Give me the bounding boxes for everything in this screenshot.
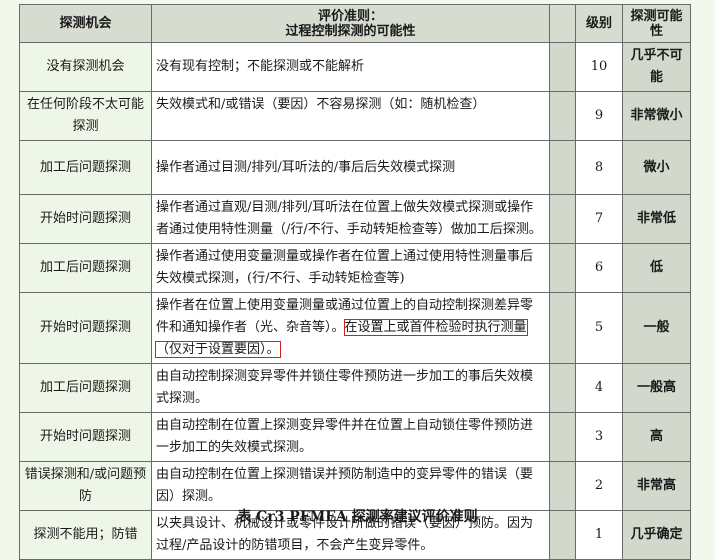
header-criteria-line2: 过程控制探测的可能性 xyxy=(285,23,416,39)
header-criteria-line1: 评价准则： xyxy=(317,8,383,24)
opportunity-cell: 开始时问题探测 xyxy=(19,292,152,364)
likelihood-cell: 低 xyxy=(622,243,691,293)
opportunity-cell: 错误探测和/或问题预防 xyxy=(19,461,152,511)
criteria-cell: 操作者在位置上使用变量测量或通过位置上的自动控制探测差异零件和通知操作者（光、杂… xyxy=(151,292,550,364)
likelihood-cell: 微小 xyxy=(622,140,691,195)
header-rank: 级别 xyxy=(575,4,623,43)
opportunity-cell: 开始时问题探测 xyxy=(19,194,152,244)
gap-cell xyxy=(549,42,576,92)
opportunity-cell: 在任何阶段不太可能探测 xyxy=(19,91,152,141)
rank-cell: 7 xyxy=(575,194,623,244)
opportunity-cell: 加工后问题探测 xyxy=(19,363,152,413)
rank-cell: 10 xyxy=(575,42,623,92)
opportunity-cell: 没有探测机会 xyxy=(19,42,152,92)
table-row: 错误探测和/或问题预防 由自动控制在位置上探测错误并预防制造中的变异零件的错误（… xyxy=(19,461,691,511)
criteria-cell: 由自动控制在位置上探测错误并预防制造中的变异零件的错误（要因）探测。 xyxy=(151,461,550,511)
likelihood-cell: 非常高 xyxy=(622,461,691,511)
rank-cell: 4 xyxy=(575,363,623,413)
table-row: 没有探测机会 没有现有控制；不能探测或不能解析 10 几乎不可能 xyxy=(19,42,691,92)
likelihood-cell: 非常低 xyxy=(622,194,691,244)
table-row: 开始时问题探测 操作者在位置上使用变量测量或通过位置上的自动控制探测差异零件和通… xyxy=(19,292,691,364)
rank-cell: 8 xyxy=(575,140,623,195)
header-opportunity: 探测机会 xyxy=(19,4,152,43)
likelihood-cell: 一般高 xyxy=(622,363,691,413)
gap-cell xyxy=(549,91,576,141)
table-row: 加工后问题探测 操作者通过使用变量测量或操作者在位置上通过使用特性测量事后失效模… xyxy=(19,243,691,293)
criteria-cell: 操作者通过使用变量测量或操作者在位置上通过使用特性测量事后失效模式探测，(行/不… xyxy=(151,243,550,293)
likelihood-cell: 高 xyxy=(622,412,691,462)
rank-cell: 2 xyxy=(575,461,623,511)
table-header-row: 探测机会 评价准则： 过程控制探测的可能性 级别 探测可能性 xyxy=(19,4,691,43)
likelihood-cell: 几乎不可能 xyxy=(622,42,691,92)
rank-cell: 5 xyxy=(575,292,623,364)
gap-cell xyxy=(549,412,576,462)
pfmea-detection-table: 探测机会 评价准则： 过程控制探测的可能性 级别 探测可能性 没有探测机会 没有… xyxy=(19,4,691,560)
likelihood-cell: 一般 xyxy=(622,292,691,364)
gap-cell xyxy=(549,363,576,413)
header-likelihood: 探测可能性 xyxy=(622,4,691,43)
table-row: 开始时问题探测 由自动控制在位置上探测变异零件并在位置上自动锁住零件预防进一步加… xyxy=(19,412,691,462)
criteria-cell: 由自动控制在位置上探测变异零件并在位置上自动锁住零件预防进一步加工的失效模式探测… xyxy=(151,412,550,462)
criteria-cell: 没有现有控制；不能探测或不能解析 xyxy=(151,42,550,92)
criteria-cell: 由自动控制探测变异零件并锁住零件预防进一步加工的事后失效模式探测。 xyxy=(151,363,550,413)
table-row: 开始时问题探测 操作者通过直观/目测/排列/耳听法在位置上做失效模式探测或操作者… xyxy=(19,194,691,244)
table-caption: 表 Cr3 PFMEA 探测率建议评价准则 xyxy=(237,509,478,525)
table-row: 加工后问题探测 由自动控制探测变异零件并锁住零件预防进一步加工的事后失效模式探测… xyxy=(19,363,691,413)
opportunity-cell: 开始时问题探测 xyxy=(19,412,152,462)
gap-cell xyxy=(549,140,576,195)
rank-cell: 3 xyxy=(575,412,623,462)
rank-cell: 6 xyxy=(575,243,623,293)
header-gap xyxy=(549,4,576,43)
gap-cell xyxy=(549,194,576,244)
criteria-cell: 操作者通过直观/目测/排列/耳听法在位置上做失效模式探测或操作者通过使用特性测量… xyxy=(151,194,550,244)
opportunity-cell: 加工后问题探测 xyxy=(19,243,152,293)
table-row: 加工后问题探测 操作者通过目测/排列/耳听法的/事后后失效模式探测 8 微小 xyxy=(19,140,691,195)
gap-cell xyxy=(549,243,576,293)
rank-cell: 9 xyxy=(575,91,623,141)
header-criteria: 评价准则： 过程控制探测的可能性 xyxy=(151,4,550,43)
likelihood-cell: 非常微小 xyxy=(622,91,691,141)
criteria-cell: 失效模式和/或错误（要因）不容易探测（如：随机检查） xyxy=(151,91,550,141)
gap-cell xyxy=(549,292,576,364)
criteria-cell: 操作者通过目测/排列/耳听法的/事后后失效模式探测 xyxy=(151,140,550,195)
opportunity-cell: 加工后问题探测 xyxy=(19,140,152,195)
gap-cell xyxy=(549,461,576,511)
table-row: 在任何阶段不太可能探测 失效模式和/或错误（要因）不容易探测（如：随机检查） 9… xyxy=(19,91,691,141)
